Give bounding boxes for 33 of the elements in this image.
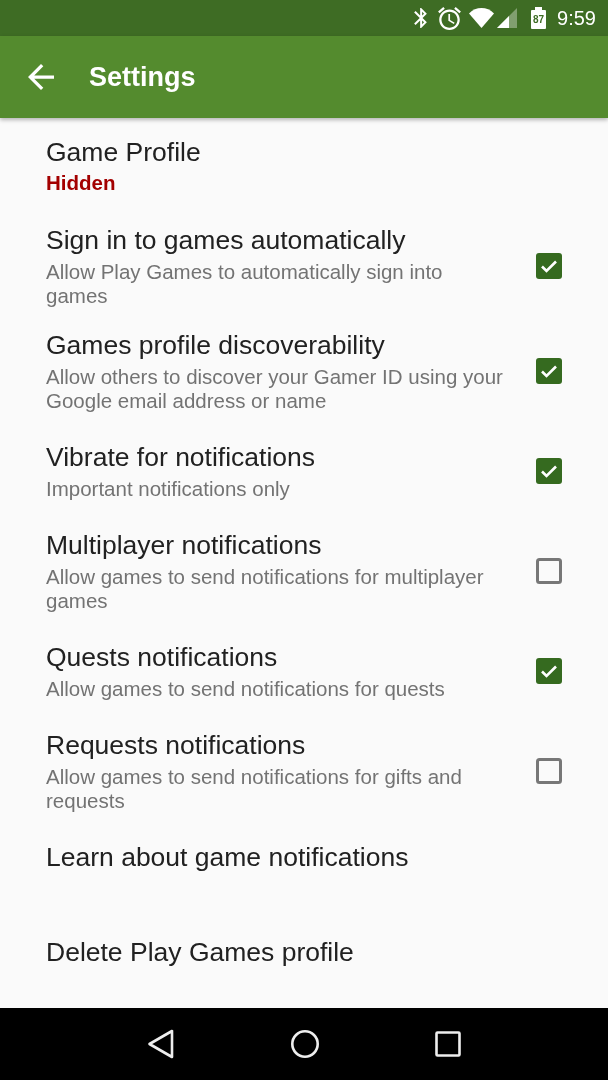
preference-summary: Allow games to send notifications for multiplayer games — [46, 564, 485, 613]
checkbox[interactable] — [536, 557, 562, 584]
preference-title[interactable]: Game Profile — [46, 136, 201, 168]
checkbox[interactable] — [536, 657, 562, 684]
preference-summary: Allow games to send notifications for gifts and requests — [46, 764, 463, 813]
preference-summary: Allow Play Games to automatically sign into games — [46, 259, 444, 308]
recent-apps-icon[interactable] — [434, 1031, 461, 1057]
alarm-clock-icon — [438, 6, 462, 30]
preference-title[interactable]: Games profile discoverability — [46, 328, 385, 361]
preference-title[interactable]: Sign in to games automatically — [46, 223, 406, 256]
preference-link[interactable]: Delete Play Games profile — [46, 935, 354, 968]
screen-title: Settings — [89, 63, 196, 91]
back-arrow-icon[interactable] — [28, 64, 54, 90]
preference-title[interactable]: Quests notifications — [46, 640, 278, 673]
home-icon[interactable] — [290, 1029, 320, 1059]
checkbox[interactable] — [536, 757, 562, 784]
checkbox[interactable] — [536, 457, 562, 484]
preference-summary: Allow games to send notifications for quests — [46, 676, 446, 701]
signal-icon — [497, 8, 518, 28]
clock-time: 9:59 — [557, 8, 596, 28]
wifi-icon — [469, 8, 495, 28]
preference-link[interactable]: Learn about game notifications — [46, 840, 409, 873]
checkbox[interactable] — [536, 357, 562, 384]
preference-title[interactable]: Multiplayer notifications — [46, 528, 322, 561]
back-icon[interactable] — [147, 1029, 176, 1059]
battery-level: 87 — [531, 10, 547, 29]
profile-status: Hidden — [46, 171, 116, 195]
preference-summary: Allow others to discover your Gamer ID using your Google email address or name — [46, 364, 504, 413]
preference-title[interactable]: Requests notifications — [46, 728, 306, 761]
bluetooth-icon — [414, 8, 428, 28]
checkbox[interactable] — [536, 252, 562, 279]
preference-summary: Important notifications only — [46, 476, 291, 501]
preference-title[interactable]: Vibrate for notifications — [46, 440, 316, 473]
